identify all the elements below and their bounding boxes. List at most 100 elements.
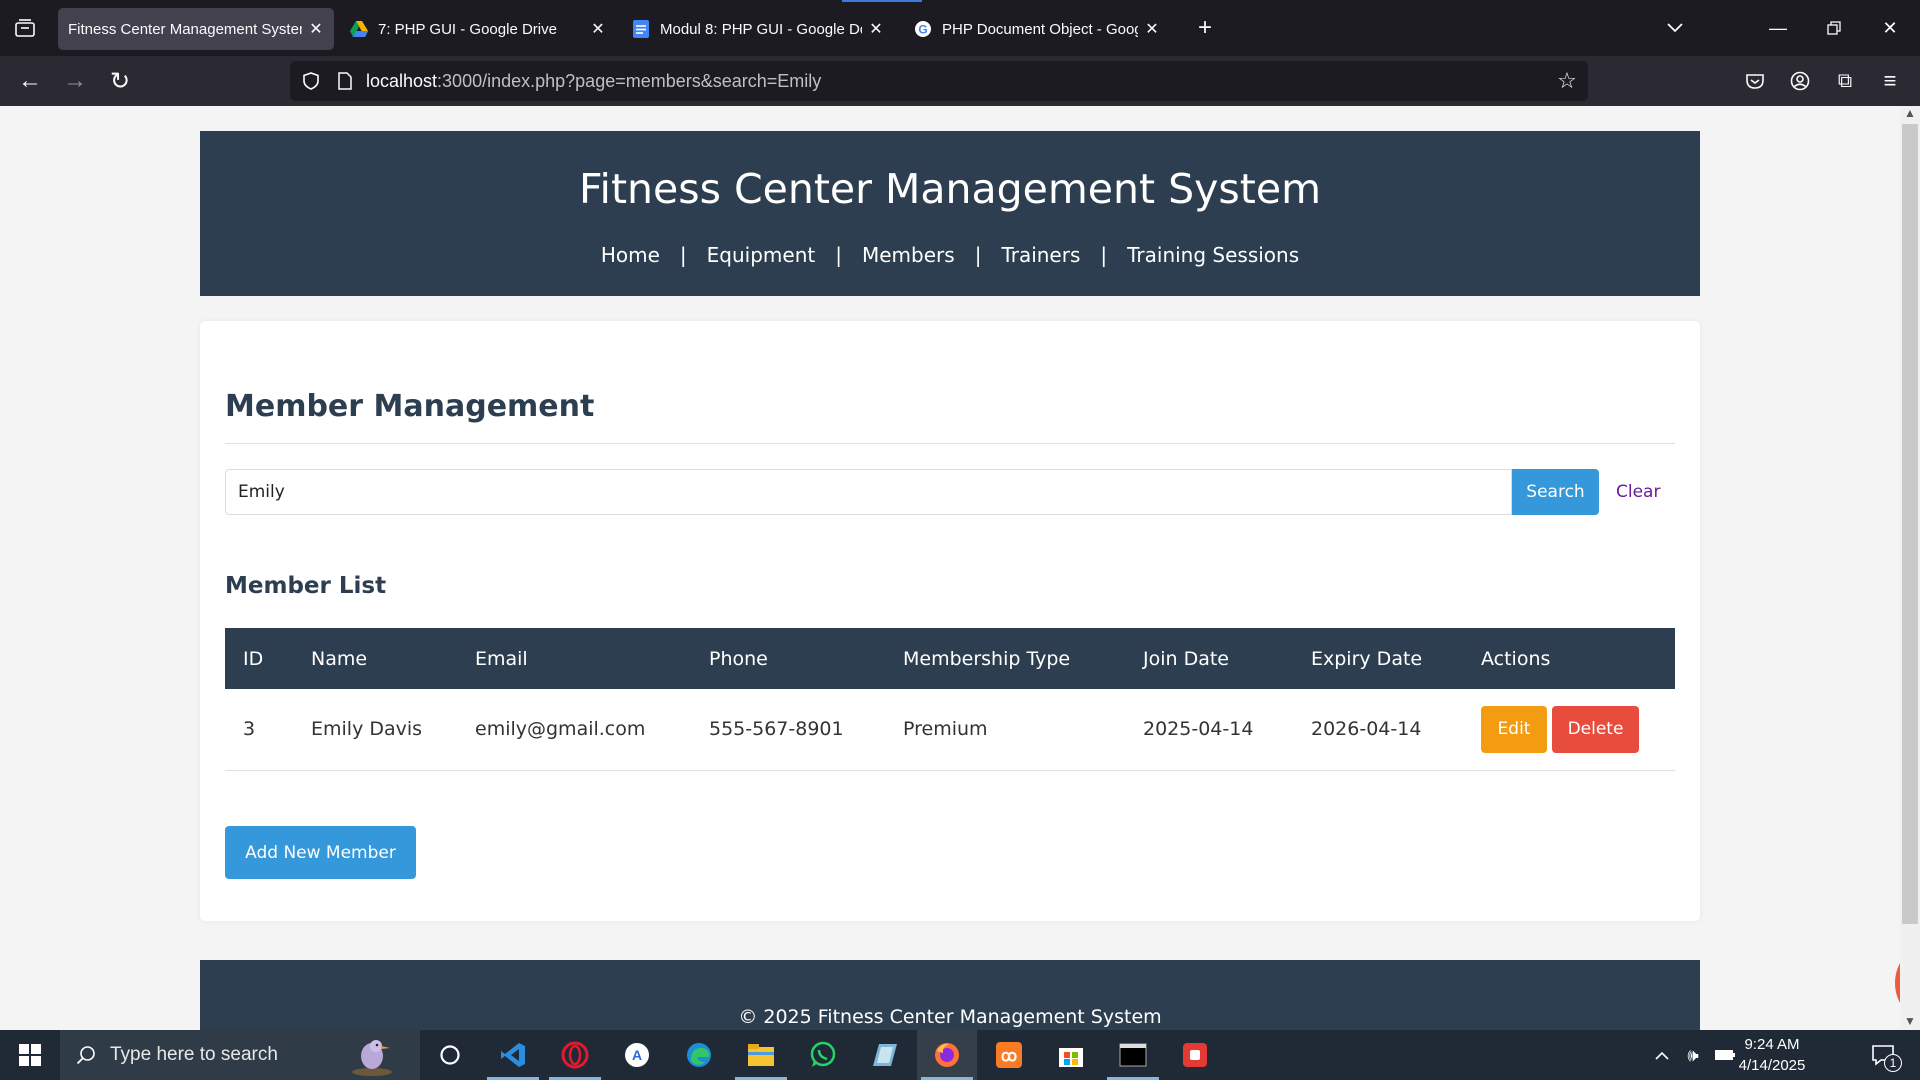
cell-email: emily@gmail.com xyxy=(457,689,691,771)
screen-recorder-icon[interactable] xyxy=(1165,1030,1225,1080)
nav-separator: | xyxy=(679,243,687,267)
search-input[interactable] xyxy=(225,469,1512,515)
scroll-up-icon[interactable]: ▲ xyxy=(1900,106,1920,122)
app-store-icon[interactable]: A xyxy=(607,1030,667,1080)
google-docs-icon xyxy=(632,20,650,38)
account-icon[interactable] xyxy=(1783,61,1817,101)
close-icon[interactable]: ✕ xyxy=(308,19,324,39)
taskbar-clock[interactable]: 9:24 AM 4/14/2025 xyxy=(1722,1034,1822,1076)
svg-text:A: A xyxy=(632,1047,642,1063)
edit-button[interactable]: Edit xyxy=(1481,705,1547,753)
vscode-icon[interactable] xyxy=(483,1030,543,1080)
google-icon: G xyxy=(914,20,932,38)
site-nav: Home | Equipment | Members | Trainers | … xyxy=(200,243,1700,267)
pocket-icon[interactable] xyxy=(1738,61,1772,101)
url-bar[interactable]: localhost:3000/index.php?page=members&se… xyxy=(290,61,1588,101)
column-header-email: Email xyxy=(457,628,691,689)
column-header-expiry-date: Expiry Date xyxy=(1293,628,1463,689)
column-header-name: Name xyxy=(293,628,457,689)
file-explorer-icon[interactable] xyxy=(731,1030,791,1080)
tab-title: 7: PHP GUI - Google Drive xyxy=(378,20,557,38)
site-footer: © 2025 Fitness Center Management System xyxy=(200,960,1700,1030)
tab-google-drive[interactable]: 7: PHP GUI - Google Drive ✕ xyxy=(340,8,616,50)
microsoft-store-icon[interactable] xyxy=(1041,1030,1101,1080)
xampp-icon[interactable]: ꝏ xyxy=(979,1030,1039,1080)
column-header-membership-type: Membership Type xyxy=(885,628,1125,689)
url-text[interactable]: localhost:3000/index.php?page=members&se… xyxy=(366,61,821,101)
taskbar-search-box[interactable]: Type here to search xyxy=(60,1030,420,1080)
taskbar-search-placeholder: Type here to search xyxy=(110,1044,278,1065)
clear-link[interactable]: Clear xyxy=(1616,469,1660,515)
scroll-down-icon[interactable]: ▼ xyxy=(1900,1014,1920,1030)
chevron-down-icon[interactable] xyxy=(1656,8,1694,48)
edge-icon[interactable] xyxy=(669,1030,729,1080)
notepad-icon[interactable] xyxy=(855,1030,915,1080)
nav-home[interactable]: Home xyxy=(601,243,660,267)
cortana-icon[interactable] xyxy=(420,1030,480,1080)
url-host: localhost xyxy=(366,71,438,91)
column-header-join-date: Join Date xyxy=(1125,628,1293,689)
tab-google-docs[interactable]: Modul 8: PHP GUI - Google Docs ✕ xyxy=(622,8,894,50)
table-header-row: ID Name Email Phone Membership Type Join… xyxy=(225,628,1675,689)
site-header: Fitness Center Management System Home | … xyxy=(200,131,1700,296)
column-header-id: ID xyxy=(225,628,293,689)
nav-separator: | xyxy=(1100,243,1108,267)
minimize-icon[interactable]: — xyxy=(1750,0,1806,56)
new-tab-icon[interactable]: + xyxy=(1186,8,1224,48)
browser-tab-bar: Fitness Center Management System ✕ 7: PH… xyxy=(0,0,1920,56)
forward-icon[interactable]: → xyxy=(57,61,93,101)
windows-start-icon[interactable] xyxy=(0,1030,60,1080)
close-icon[interactable]: ✕ xyxy=(590,19,606,39)
tab-google-search[interactable]: G PHP Document Object - Google Search ✕ xyxy=(904,8,1170,50)
speaker-icon[interactable]: 🕪 xyxy=(1678,1030,1708,1080)
member-list-title: Member List xyxy=(225,573,387,599)
notification-center-icon[interactable]: 1 xyxy=(1858,1030,1908,1080)
nav-equipment[interactable]: Equipment xyxy=(707,243,816,267)
delete-button[interactable]: Delete xyxy=(1552,705,1639,753)
column-header-actions: Actions xyxy=(1463,628,1675,689)
search-button[interactable]: Search xyxy=(1512,469,1599,515)
cell-join-date: 2025-04-14 xyxy=(1125,689,1293,771)
page-scrollbar[interactable]: ▲ ▼ xyxy=(1900,106,1920,1030)
close-icon[interactable]: ✕ xyxy=(868,19,884,39)
chevron-up-icon[interactable] xyxy=(1650,1030,1674,1080)
search-icon xyxy=(76,1045,96,1065)
shield-icon[interactable] xyxy=(296,61,326,101)
cell-membership-type: Premium xyxy=(885,689,1125,771)
close-icon[interactable]: ✕ xyxy=(1144,19,1160,39)
footer-text: © 2025 Fitness Center Management System xyxy=(738,1006,1162,1028)
menu-icon[interactable]: ≡ xyxy=(1873,61,1907,101)
page-title: Member Management xyxy=(225,389,595,424)
star-icon[interactable]: ☆ xyxy=(1552,61,1582,101)
scrollbar-thumb[interactable] xyxy=(1902,124,1918,924)
reload-icon[interactable]: ↻ xyxy=(102,61,138,101)
back-icon[interactable]: ← xyxy=(12,61,48,101)
nav-trainers[interactable]: Trainers xyxy=(1001,243,1080,267)
member-management-card: Member Management Search Clear Member Li… xyxy=(200,321,1700,921)
divider xyxy=(225,443,1675,444)
notification-badge: 1 xyxy=(1884,1054,1902,1072)
page-icon[interactable] xyxy=(330,61,360,101)
firefox-icon[interactable] xyxy=(917,1030,977,1080)
google-drive-icon xyxy=(350,20,368,38)
whatsapp-icon[interactable] xyxy=(793,1030,853,1080)
nav-members[interactable]: Members xyxy=(862,243,955,267)
tab-fitness-center[interactable]: Fitness Center Management System ✕ xyxy=(58,8,334,50)
restore-icon[interactable] xyxy=(1806,0,1862,56)
close-window-icon[interactable]: ✕ xyxy=(1862,0,1918,56)
nav-separator: | xyxy=(974,243,982,267)
member-table: ID Name Email Phone Membership Type Join… xyxy=(225,628,1675,771)
opera-icon[interactable] xyxy=(545,1030,605,1080)
extensions-icon[interactable]: ⧉ xyxy=(1828,61,1862,101)
add-member-button[interactable]: Add New Member xyxy=(225,826,416,879)
nav-training-sessions[interactable]: Training Sessions xyxy=(1127,243,1299,267)
cell-expiry-date: 2026-04-14 xyxy=(1293,689,1463,771)
tab-title: Fitness Center Management System xyxy=(68,20,302,38)
column-header-phone: Phone xyxy=(691,628,885,689)
cell-id: 3 xyxy=(225,689,293,771)
windows-taskbar: Type here to search A ꝏ 🕪 9:24 AM 4/14/2… xyxy=(0,1030,1920,1080)
page-viewport: Fitness Center Management System Home | … xyxy=(0,106,1900,1030)
clock-time: 9:24 AM xyxy=(1744,1036,1800,1053)
tab-list-icon[interactable] xyxy=(8,8,42,48)
terminal-icon[interactable] xyxy=(1103,1030,1163,1080)
